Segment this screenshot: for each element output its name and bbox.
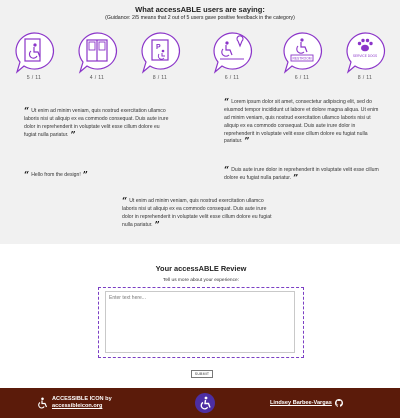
review-textarea[interactable]: [105, 291, 295, 353]
author-link[interactable]: Lindsey Barbee-Vargas: [270, 400, 332, 406]
door-accessibility-icon: [15, 32, 55, 74]
close-quote-mark: ”: [154, 220, 160, 231]
guidance-text: (Guidance: 2/5 means that 2 out of 5 use…: [105, 15, 295, 21]
review-subtitle: Tell us more about your experience:: [163, 278, 239, 283]
category-count: 5 / 11: [26, 75, 42, 81]
feedback-heading: What accessABLE users are saying:: [135, 5, 265, 14]
close-quote-mark: ”: [82, 171, 88, 181]
wheelchair-icon: [38, 397, 48, 409]
close-quote-mark: ”: [293, 173, 299, 184]
restroom-icon: RESTROOM: [283, 32, 323, 74]
svg-text:P: P: [156, 44, 161, 51]
close-quote-mark: ”: [70, 130, 76, 141]
double-door-icon: [78, 32, 118, 74]
parking-icon: P: [141, 32, 181, 74]
close-quote-mark: ”: [244, 137, 250, 148]
review-quote: “Lorem ipsum dolor sit amet, consectetur…: [224, 99, 379, 148]
quote-text: Duis aute irure dolor in reprehenderit i…: [224, 167, 379, 181]
feedback-section: What accessABLE users are saying: (Guida…: [0, 0, 400, 244]
category-count: 8 / 11: [357, 75, 373, 81]
service-dog-icon: SERVICE DOGS: [346, 32, 386, 74]
accessibleicon-link[interactable]: accessibleicon.org: [52, 403, 112, 410]
quote-text: Ut enim ad minim veniam, quis nostrud ex…: [122, 198, 272, 228]
category-service-dogs: SERVICE DOGS 8 / 11: [343, 31, 387, 81]
service-dogs-label: SERVICE DOGS: [353, 54, 377, 58]
open-quote-mark: “: [24, 171, 30, 181]
restroom-label: RESTROOM: [292, 57, 311, 61]
review-quote: “Hello from the design!”: [24, 171, 134, 181]
footer-author: Lindsey Barbee-Vargas: [270, 399, 343, 407]
category-count: 8 / 11: [152, 75, 168, 81]
footer: ACCESSIBLE ICON by accessibleicon.org Li…: [0, 388, 400, 418]
category-count: 4 / 11: [89, 75, 105, 81]
category-restroom: RESTROOM 6 / 11: [280, 31, 324, 81]
review-input-frame: [98, 287, 304, 358]
location-pin-icon: [213, 32, 253, 74]
review-quote: “Ut enim ad minim veniam, quis nostrud e…: [24, 108, 172, 141]
category-count: 6 / 11: [224, 75, 240, 81]
footer-brand-title: ACCESSIBLE ICON by: [52, 396, 112, 402]
quote-text: Hello from the design!: [31, 172, 81, 178]
quote-text: Ut enim ad minim veniam, quis nostrud ex…: [24, 108, 169, 138]
github-icon[interactable]: [334, 399, 343, 407]
review-title: Your accessABLE Review: [155, 264, 247, 273]
review-form: Your accessABLE Review Tell us more abou…: [98, 257, 304, 382]
category-parking: P 8 / 11: [138, 31, 182, 81]
submit-button[interactable]: SUBMIT: [191, 370, 213, 378]
category-location: 6 / 11: [210, 31, 254, 81]
category-count: 6 / 11: [294, 75, 310, 81]
category-door-accessibility: 5 / 11: [12, 31, 56, 81]
accessible-logo-button[interactable]: [195, 393, 215, 413]
review-quote: “Duis aute irure dolor in reprehenderit …: [224, 167, 379, 184]
review-quote: “Ut enim ad minim veniam, quis nostrud e…: [122, 198, 272, 231]
accessible-logo-icon: [200, 396, 211, 410]
category-double-door: 4 / 11: [75, 31, 119, 81]
footer-brand: ACCESSIBLE ICON by accessibleicon.org: [36, 396, 112, 410]
